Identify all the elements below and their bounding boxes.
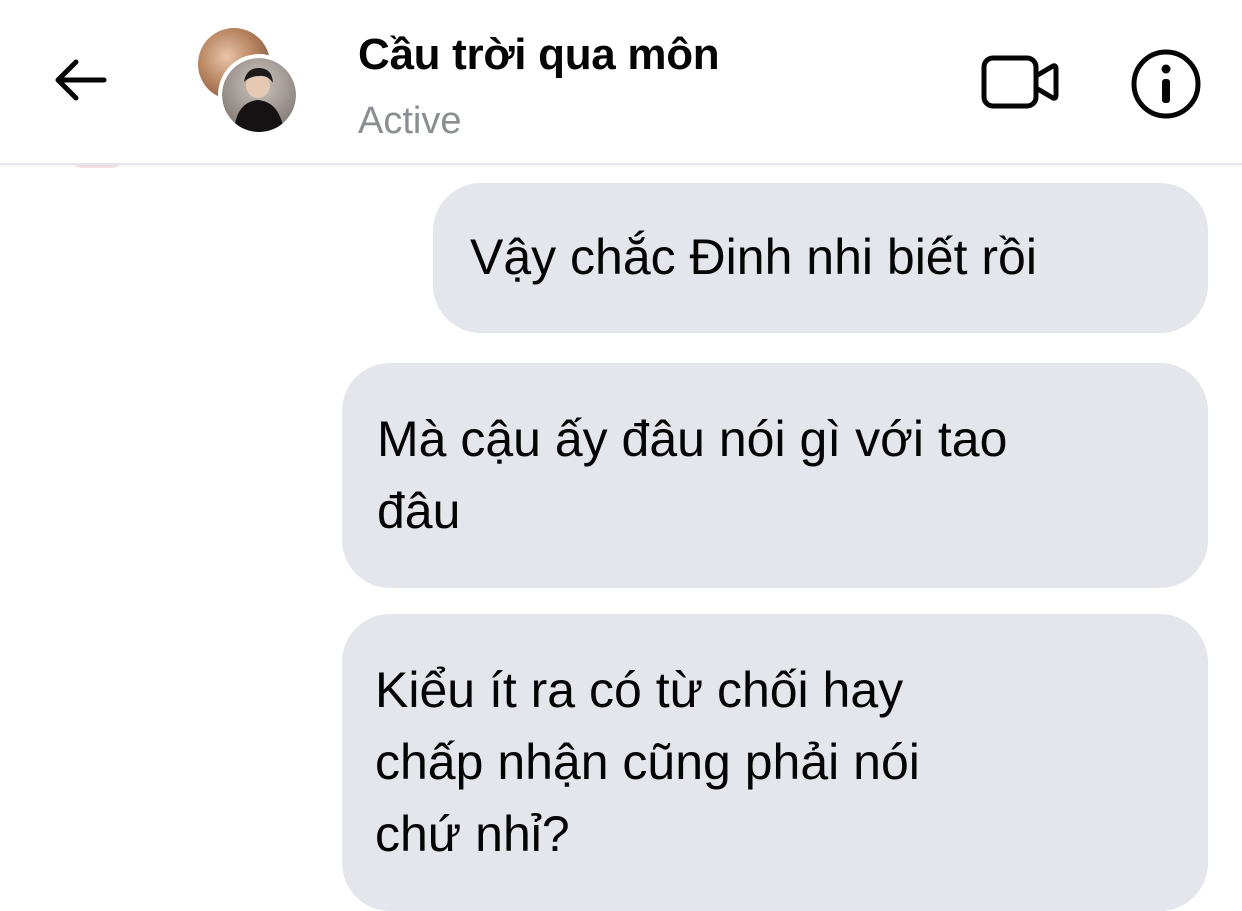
message-bubble[interactable]: Mà cậu ấy đâu nói gì với tao đâu [342, 363, 1208, 588]
active-status: Active [358, 100, 462, 142]
arrow-left-icon [55, 59, 107, 101]
message-text: chứ nhỉ? [375, 806, 570, 862]
message-text: Kiểu ít ra có từ chối hay [375, 662, 904, 718]
group-avatar[interactable] [198, 28, 310, 136]
back-button[interactable] [42, 42, 118, 118]
message-text: chấp nhận cũng phải nói [375, 734, 920, 790]
conversation-info-button[interactable] [1126, 44, 1206, 124]
message-text: Mà cậu ấy đâu nói gì với tao [377, 411, 1008, 467]
chat-header: Cầu trời qua môn Active [0, 0, 1242, 165]
messenger-chat-screen: Cầu trời qua môn Active Vậy chắc Đinh nh… [0, 0, 1242, 911]
video-camera-icon [981, 55, 1059, 109]
message-thread: Vậy chắc Đinh nhi biết rồi Mà cậu ấy đâu… [0, 165, 1242, 911]
message-bubble[interactable]: Vậy chắc Đinh nhi biết rồi [433, 183, 1208, 333]
message-bubble[interactable]: Kiểu ít ra có từ chối hay chấp nhận cũng… [342, 614, 1208, 911]
message-text: Vậy chắc Đinh nhi biết rồi [470, 229, 1037, 285]
video-call-button[interactable] [978, 50, 1062, 114]
conversation-title[interactable]: Cầu trời qua môn [358, 30, 720, 80]
message-text: đâu [377, 483, 461, 539]
avatar-primary [218, 54, 300, 136]
info-icon [1131, 49, 1201, 119]
